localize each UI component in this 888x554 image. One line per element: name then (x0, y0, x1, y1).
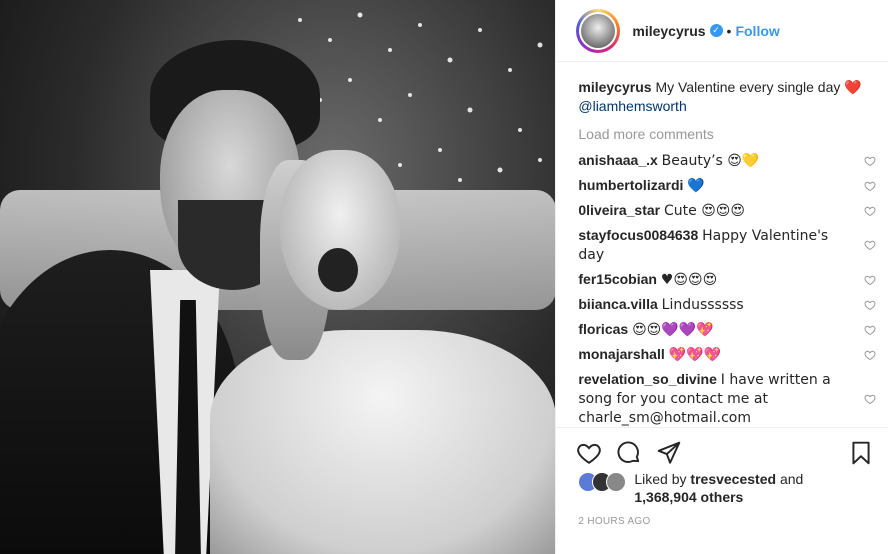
likes-summary: Liked by tresvecested and 1,368,904 othe… (578, 470, 803, 506)
comment-like-heart-icon[interactable] (864, 155, 876, 167)
comment-like-heart-icon[interactable] (864, 349, 876, 361)
verified-badge-icon: ✓ (709, 24, 723, 37)
liked-by-text: Liked by tresvecested and 1,368,904 othe… (634, 470, 803, 506)
comment-text: 💖💖💖 (668, 347, 721, 363)
caption-mention-link[interactable]: @liamhemsworth (578, 98, 686, 114)
caption: mileycyrus My Valentine every single day… (578, 78, 878, 115)
avatar-inner (579, 11, 618, 50)
header-username[interactable]: mileycyrus (632, 23, 705, 39)
comment-username[interactable]: humbertolizardi (578, 177, 683, 193)
comment-container: anishaaa_.x Beauty’s 😍💛 humbertolizardi 💙… (578, 151, 878, 428)
dress (210, 330, 556, 554)
comment-like-heart-icon[interactable] (864, 239, 876, 251)
comment-row: fer15cobian ♥😍😍😍 (578, 270, 878, 289)
avatar-image (581, 13, 616, 48)
comment-like-heart-icon[interactable] (864, 393, 876, 405)
action-bar (556, 427, 888, 468)
comment-row: 0liveira_star Cute 😍😍😍 (578, 201, 878, 220)
post-header: mileycyrus ✓ • Follow (556, 0, 888, 62)
comment-like-heart-icon[interactable] (864, 180, 876, 192)
post-photo[interactable] (0, 0, 556, 554)
comments-list: mileycyrus My Valentine every single day… (578, 78, 878, 428)
post-timestamp[interactable]: 2 HOURS AGO (578, 516, 650, 527)
comment-row: anishaaa_.x Beauty’s 😍💛 (578, 151, 878, 170)
comment-username[interactable]: floricas (578, 321, 628, 337)
comment-like-heart-icon[interactable] (864, 299, 876, 311)
comment-row: humbertolizardi 💙 (578, 176, 878, 195)
comment-text: 💙 (687, 178, 705, 194)
follow-button[interactable]: Follow (735, 23, 779, 39)
post-sidebar: mileycyrus ✓ • Follow mileycyrus My Vale… (555, 0, 888, 554)
instagram-post: mileycyrus ✓ • Follow mileycyrus My Vale… (0, 0, 888, 554)
caption-username[interactable]: mileycyrus (578, 79, 651, 95)
comment-bubble-icon[interactable] (616, 440, 642, 466)
likes-count[interactable]: 1,368,904 others (634, 489, 743, 505)
separator-dot: • (726, 22, 732, 39)
liked-by-prefix: Liked by (634, 471, 687, 487)
comment-text: Lindussssss (661, 297, 744, 313)
open-mouth (318, 248, 358, 292)
comment-text: ♥😍😍😍 (660, 272, 718, 288)
comment-text: Cute 😍😍😍 (664, 203, 745, 219)
comment-like-heart-icon[interactable] (864, 274, 876, 286)
comment-like-heart-icon[interactable] (864, 324, 876, 336)
comment-username[interactable]: fer15cobian (578, 271, 657, 287)
comment-text: Beauty’s 😍💛 (661, 153, 760, 169)
comment-username[interactable]: 0liveira_star (578, 202, 660, 218)
comment-text: 😍😍💜💜💖 (632, 322, 714, 338)
heart-emoji: ❤️ (844, 80, 862, 96)
liked-by-user[interactable]: tresvecested (690, 471, 776, 487)
comment-row: monajarshall 💖💖💖 (578, 345, 878, 364)
load-more-comments-link[interactable]: Load more comments (578, 125, 878, 143)
comment-row: revelation_so_divine I have written a so… (578, 370, 878, 427)
comment-username[interactable]: revelation_so_divine (578, 371, 717, 387)
liked-by-and: and (779, 471, 804, 487)
avatar[interactable] (576, 8, 621, 53)
liker-avatars[interactable] (578, 472, 628, 492)
caption-text: My Valentine every single day (655, 79, 841, 95)
liker-avatar (606, 472, 627, 492)
comment-username[interactable]: stayfocus0084638 (578, 227, 698, 243)
comment-row: stayfocus0084638 Happy Valentine's day (578, 226, 878, 264)
comment-username[interactable]: anishaaa_.x (578, 152, 657, 168)
comment-username[interactable]: monajarshall (578, 346, 664, 362)
comment-row: biianca.villa Lindussssss (578, 295, 878, 314)
comment-like-heart-icon[interactable] (864, 205, 876, 217)
comment-row: floricas 😍😍💜💜💖 (578, 320, 878, 339)
like-heart-icon[interactable] (576, 440, 602, 466)
comment-username[interactable]: biianca.villa (578, 296, 657, 312)
bookmark-save-icon[interactable] (848, 440, 874, 466)
share-send-icon[interactable] (656, 440, 682, 466)
